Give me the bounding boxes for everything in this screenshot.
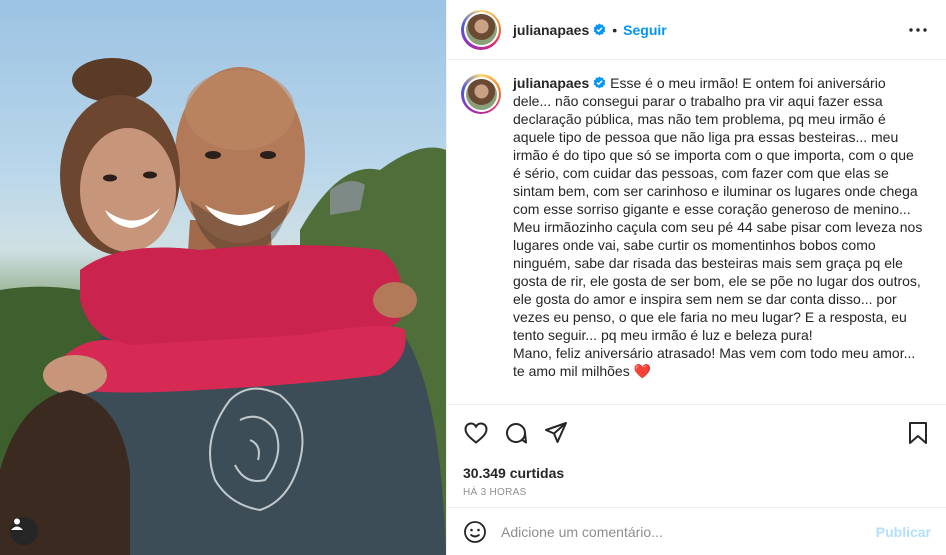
comment-icon[interactable]	[503, 420, 529, 446]
share-icon[interactable]	[543, 420, 569, 446]
more-options-icon[interactable]	[906, 18, 930, 42]
header-username[interactable]: julianapaes	[513, 22, 589, 38]
caption-text: Esse é o meu irmão! E ontem foi aniversá…	[513, 75, 923, 379]
header-separator: •	[612, 21, 618, 38]
photo-illustration	[0, 58, 446, 555]
post-actions: 30.349 curtidas HÁ 3 HORAS	[447, 404, 946, 498]
likes-count[interactable]: 30.349 curtidas	[463, 465, 931, 481]
post-side-panel: julianapaes • Seguir julianapaes Esse é …	[446, 0, 946, 555]
avatar-image	[465, 14, 497, 45]
follow-button[interactable]: Seguir	[623, 22, 667, 38]
avatar-image	[465, 78, 497, 110]
post-timestamp[interactable]: HÁ 3 HORAS	[463, 487, 931, 498]
caption-section: julianapaes Esse é o meu irmão! E ontem …	[447, 60, 946, 403]
caption-avatar[interactable]	[461, 74, 501, 114]
emoji-icon[interactable]	[463, 520, 487, 544]
action-icons	[463, 419, 931, 447]
profile-avatar[interactable]	[461, 9, 501, 50]
publish-button[interactable]: Publicar	[876, 524, 931, 540]
comment-input[interactable]	[501, 523, 876, 540]
heart-icon[interactable]	[463, 420, 489, 446]
post-photo[interactable]	[0, 0, 446, 555]
post-header: julianapaes • Seguir	[447, 0, 946, 60]
comment-bar: Publicar	[447, 507, 946, 555]
caption-body: julianapaes Esse é o meu irmão! E ontem …	[513, 74, 923, 403]
verified-badge-icon	[593, 23, 606, 36]
verified-badge-icon	[593, 76, 606, 89]
user-tag-icon[interactable]	[10, 517, 38, 545]
bookmark-icon[interactable]	[905, 420, 931, 446]
caption-username[interactable]: julianapaes	[513, 75, 589, 91]
